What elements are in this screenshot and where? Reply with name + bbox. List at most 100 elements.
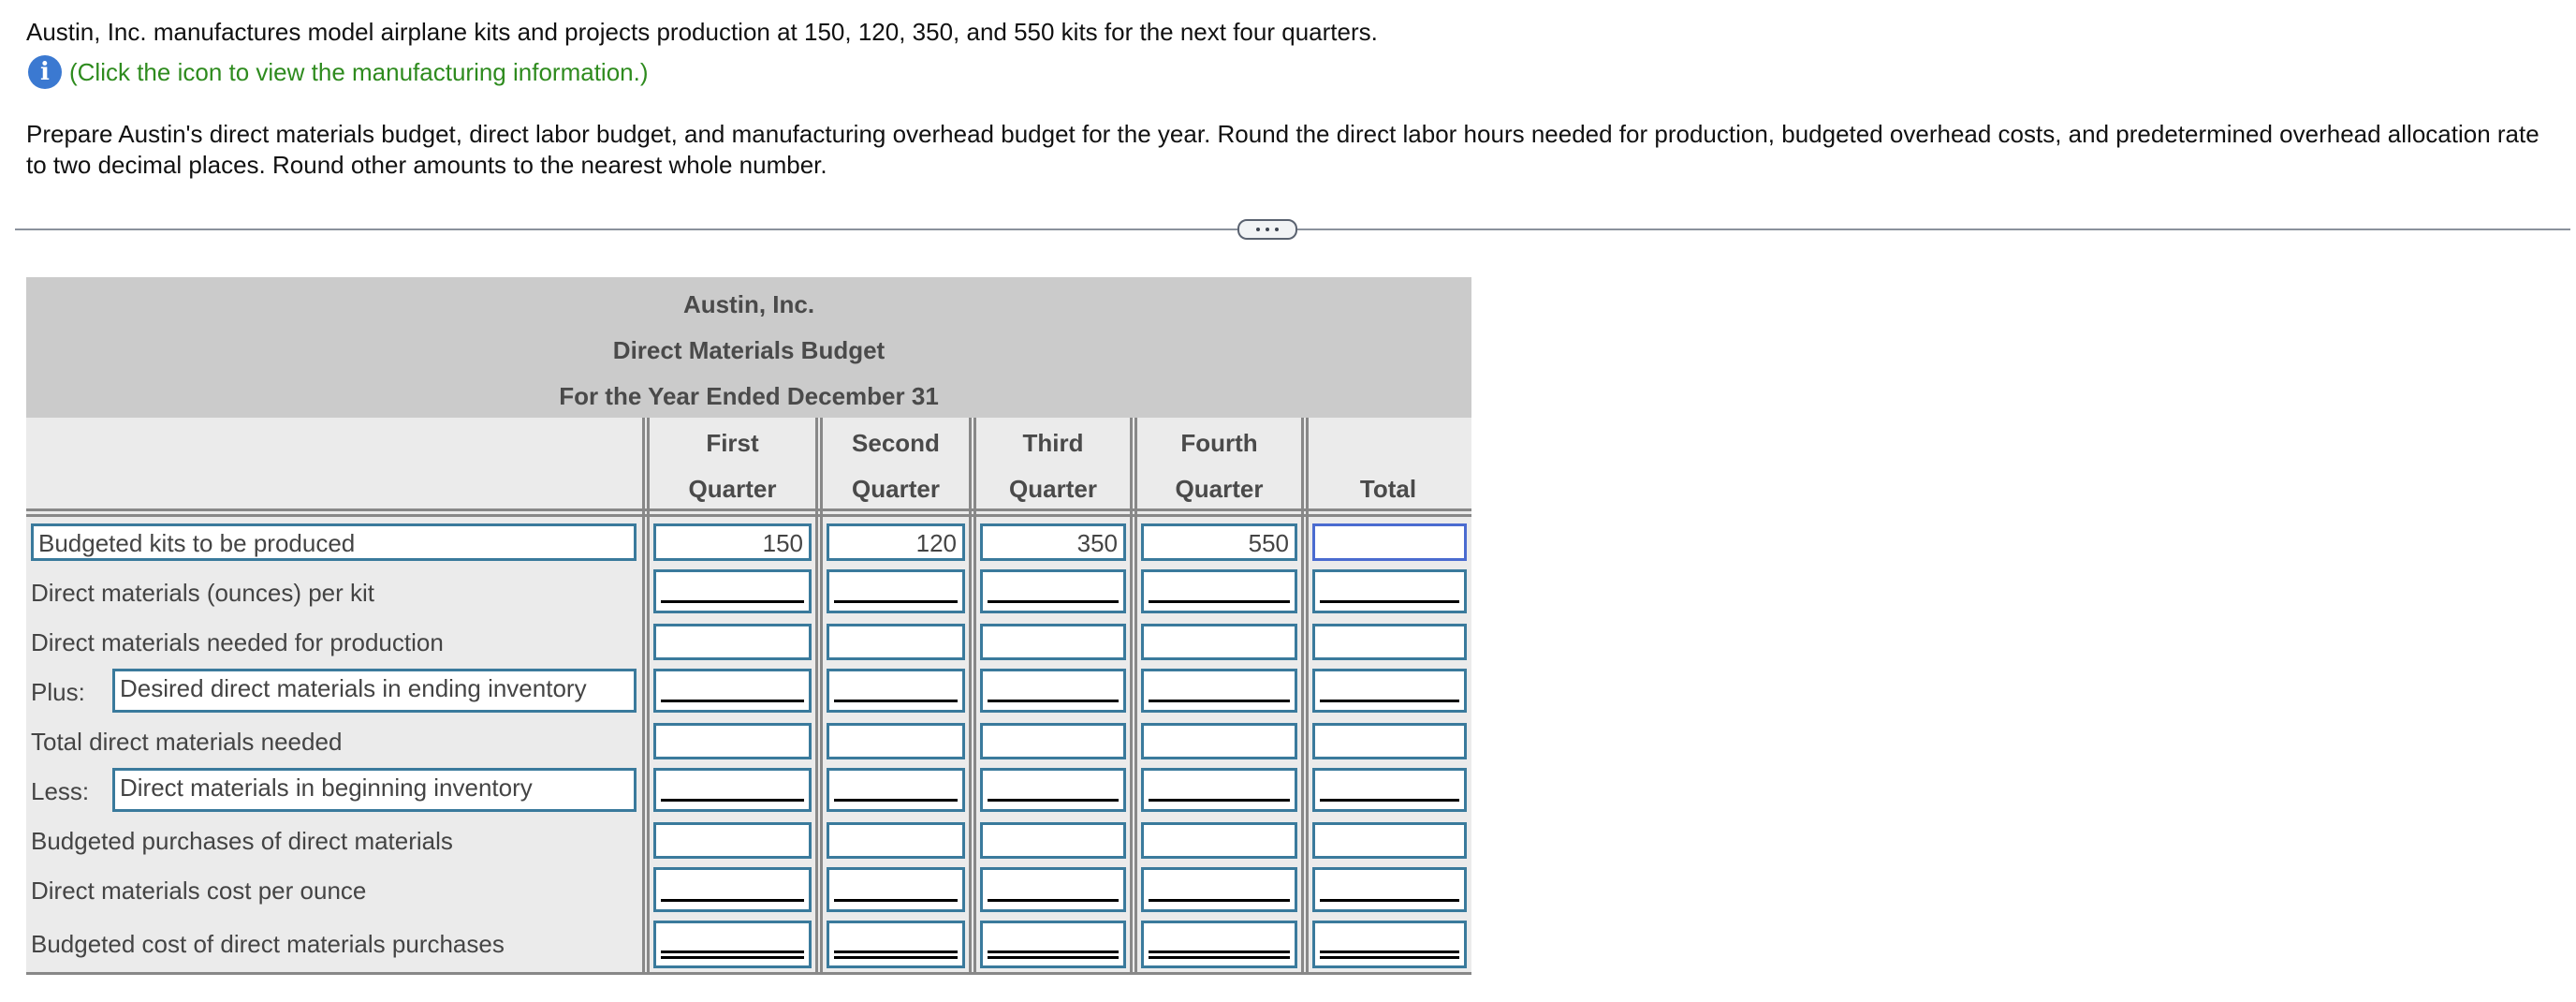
amount-input[interactable] [653, 723, 812, 759]
amount-input[interactable] [1141, 569, 1297, 613]
column-header-line2: Quarter [1175, 475, 1264, 503]
row-label-input[interactable]: Budgeted kits to be produced [31, 523, 637, 561]
amount-input[interactable] [827, 723, 965, 759]
double-underline-bottom [988, 956, 1119, 959]
column-header-line2: Quarter [852, 475, 940, 503]
amount-input[interactable] [1141, 921, 1297, 968]
amount-input[interactable] [1141, 822, 1297, 859]
total-underline [1149, 799, 1290, 802]
column-header-line1: Second [852, 429, 940, 457]
amount-input[interactable] [1312, 867, 1467, 912]
amount-input[interactable] [980, 624, 1126, 660]
amount-input[interactable] [827, 822, 965, 859]
double-underline-bottom [1320, 956, 1459, 959]
amount-input[interactable] [1312, 723, 1467, 759]
row-label: Budgeted cost of direct materials purcha… [31, 930, 505, 958]
amount-input[interactable] [980, 867, 1126, 912]
total-underline [834, 899, 958, 902]
amount-input[interactable] [653, 569, 812, 613]
amount-input[interactable] [653, 768, 812, 812]
direct-materials-budget-table: Austin, Inc. Direct Materials Budget For… [26, 277, 1471, 975]
row-label: Total direct materials needed [31, 728, 343, 756]
column-header-q4: Fourth Quarter [1134, 418, 1305, 511]
total-underline [1320, 600, 1459, 603]
total-underline [1149, 700, 1290, 702]
amount-input[interactable] [653, 921, 812, 968]
amount-input[interactable]: 120 [827, 523, 965, 561]
amount-input[interactable] [827, 569, 965, 613]
total-underline [1320, 700, 1459, 702]
amount-input[interactable] [653, 822, 812, 859]
amount-input[interactable] [1312, 768, 1467, 812]
amount-input[interactable] [980, 768, 1126, 812]
cell-value: 150 [762, 529, 803, 557]
amount-input[interactable] [653, 867, 812, 912]
amount-input[interactable]: 550 [1141, 523, 1297, 561]
amount-input[interactable] [827, 921, 965, 968]
total-underline [1320, 799, 1459, 802]
amount-input[interactable] [1141, 723, 1297, 759]
table-title-band: Austin, Inc. Direct Materials Budget For… [26, 277, 1471, 418]
amount-input[interactable] [827, 768, 965, 812]
amount-input[interactable] [827, 624, 965, 660]
column-header-line2: Total [1359, 475, 1417, 503]
expand-button[interactable] [1237, 219, 1297, 240]
row-label: Direct materials needed for production [31, 628, 444, 656]
double-underline-top [1320, 950, 1459, 953]
total-underline [1149, 899, 1290, 902]
column-header-line1: Fourth [1180, 429, 1258, 457]
table-bottom-border [26, 972, 1471, 975]
total-underline [1149, 600, 1290, 603]
amount-input[interactable] [827, 669, 965, 713]
column-header-line1: First [706, 429, 759, 457]
amount-input[interactable] [980, 921, 1126, 968]
info-icon[interactable]: i [28, 55, 62, 89]
more-dots-icon [1256, 228, 1260, 231]
row-label: Budgeted purchases of direct materials [31, 827, 453, 855]
amount-input[interactable] [1141, 768, 1297, 812]
amount-input[interactable] [1312, 669, 1467, 713]
column-header-line1: Third [1022, 429, 1084, 457]
budget-title: Direct Materials Budget [612, 336, 886, 364]
double-underline-bottom [834, 956, 958, 959]
column-header-q3: Third Quarter [973, 418, 1134, 511]
amount-input[interactable] [980, 569, 1126, 613]
cell-value: 350 [1076, 529, 1118, 557]
row-label-input[interactable]: Direct materials in beginning inventory [112, 768, 637, 812]
total-underline [988, 799, 1119, 802]
amount-input[interactable] [1312, 921, 1467, 968]
column-header-q2: Second Quarter [819, 418, 973, 511]
budget-period: For the Year Ended December 31 [559, 382, 939, 410]
amount-input[interactable] [1312, 822, 1467, 859]
amount-input[interactable]: 150 [653, 523, 812, 561]
total-underline [661, 600, 804, 603]
amount-input[interactable] [1141, 669, 1297, 713]
total-underline [834, 700, 958, 702]
amount-input[interactable] [980, 723, 1126, 759]
row-label-input[interactable]: Desired direct materials in ending inven… [112, 669, 637, 713]
row-label: Direct materials (ounces) per kit [31, 579, 374, 607]
amount-input[interactable] [1312, 624, 1467, 660]
total-underline [661, 899, 804, 902]
amount-input[interactable] [1141, 867, 1297, 912]
amount-input[interactable] [827, 867, 965, 912]
company-name: Austin, Inc. [682, 290, 815, 318]
double-underline-top [834, 950, 958, 953]
amount-input[interactable] [980, 822, 1126, 859]
amount-input[interactable]: 350 [980, 523, 1126, 561]
amount-input[interactable] [1312, 569, 1467, 613]
instructions-text: Prepare Austin's direct materials budget… [26, 120, 2539, 179]
double-underline-top [1149, 950, 1290, 953]
column-header-line2: Quarter [688, 475, 777, 503]
column-header-line2: Quarter [1009, 475, 1097, 503]
amount-input[interactable] [653, 669, 812, 713]
amount-input[interactable] [980, 669, 1126, 713]
amount-input[interactable] [1141, 624, 1297, 660]
amount-input[interactable] [1312, 523, 1467, 561]
amount-input[interactable] [653, 624, 812, 660]
double-underline-top [988, 950, 1119, 953]
row-prefix-label: Less: [31, 777, 90, 805]
info-row: i (Click the icon to view the manufactur… [28, 54, 649, 90]
row-label: Direct materials cost per ounce [31, 877, 367, 905]
info-link[interactable]: (Click the icon to view the manufacturin… [69, 58, 649, 87]
